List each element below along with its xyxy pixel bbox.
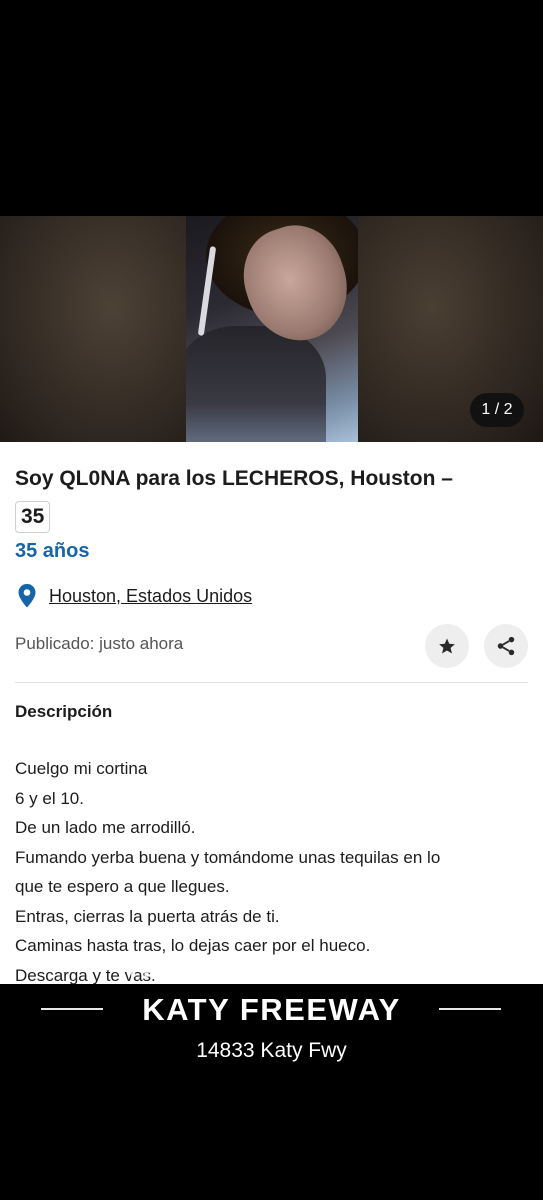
ad-overlay-footer: KATY FREEWAY 14833 Katy Fwy — [0, 984, 543, 1200]
profile-photo[interactable] — [186, 216, 358, 442]
description-line: Entras, cierras la puerta atrás de ti. — [15, 906, 280, 926]
share-button[interactable] — [484, 624, 528, 668]
gallery-blur-left — [0, 216, 186, 442]
listing-card: Soy QL0NA para los LECHEROS, Houston – 3… — [0, 442, 543, 984]
description-line: Fumando yerba buena y tomándome unas teq… — [15, 847, 441, 867]
listing-title-text: Soy QL0NA para los LECHEROS, Houston – — [15, 467, 453, 490]
listing-title: Soy QL0NA para los LECHEROS, Houston – 3… — [15, 460, 525, 536]
photo-gallery[interactable] — [0, 216, 543, 442]
photo-shirt — [186, 326, 326, 442]
star-icon — [439, 638, 455, 654]
ad-overlay-address: 14833 Katy Fwy — [196, 1039, 347, 1062]
image-counter: 1 / 2 — [470, 393, 524, 427]
top-black-area — [0, 0, 543, 216]
section-divider — [15, 682, 528, 683]
location-link[interactable]: Houston, Estados Unidos — [49, 586, 252, 607]
description-line: De un lado me arrodilló. — [15, 818, 196, 837]
location-row[interactable]: Houston, Estados Unidos — [15, 583, 252, 609]
share-icon — [497, 636, 515, 656]
ad-overlay-name: KATY FREEWAY — [142, 992, 401, 1027]
description-body: Cuelgo mi cortina 6 y el 10. De un lado … — [15, 754, 535, 984]
age-badge: 35 — [15, 501, 51, 533]
description-line: 6 y el 10. — [15, 788, 84, 808]
ad-overlay-brand: HOTEL HOUSTON — [129, 951, 414, 984]
listing-age: 35 años — [15, 540, 90, 562]
published-time: Publicado: justo ahora — [15, 634, 184, 653]
location-pin-icon — [18, 584, 36, 608]
description-line: que te espero a que llegues. — [15, 877, 230, 896]
favorite-button[interactable] — [425, 624, 469, 668]
description-heading: Descripción — [15, 702, 113, 721]
description-line: Cuelgo mi cortina — [15, 759, 148, 778]
